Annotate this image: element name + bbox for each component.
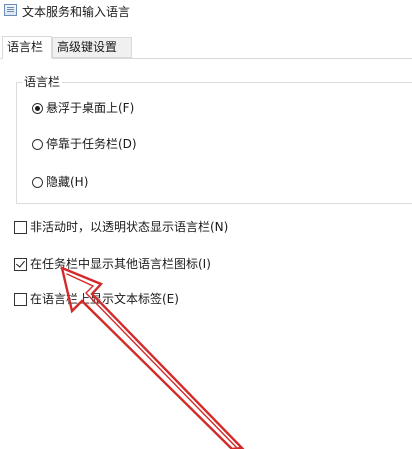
radio-button[interactable] [32, 176, 43, 188]
checkbox-show-additional-icons[interactable]: 在任务栏中显示其他语言栏图标(I) [14, 256, 211, 272]
checkbox-label-transparent-when-inactive: 非活动时，以透明状态显示语言栏(N) [30, 220, 229, 234]
tab-advanced-key-settings[interactable]: 高级键设置 [52, 37, 132, 58]
title-bar: 文本服务和输入语言 [0, 0, 412, 28]
radio-button-checked[interactable] [32, 102, 43, 114]
radio-label-float-on-desktop: 悬浮于桌面上(F) [46, 101, 135, 115]
radio-button[interactable] [32, 138, 43, 150]
radio-label-hidden: 隐藏(H) [46, 175, 89, 189]
dialog-window-icon [4, 4, 17, 16]
radio-float-on-desktop[interactable]: 悬浮于桌面上(F) [32, 100, 134, 116]
checkbox-transparent-when-inactive[interactable]: 非活动时，以透明状态显示语言栏(N) [14, 219, 228, 235]
radio-label-dock-in-taskbar: 停靠于任务栏(D) [46, 137, 137, 151]
window-title: 文本服务和输入语言 [22, 5, 131, 19]
tab-strip: 语言栏 高级键设置 [0, 36, 412, 59]
language-bar-group-label: 语言栏 [22, 74, 63, 90]
checkbox-checked[interactable] [14, 257, 27, 271]
checkbox-unchecked[interactable] [14, 292, 27, 306]
tab-language-bar[interactable]: 语言栏 [2, 36, 52, 59]
checkbox-unchecked[interactable] [14, 220, 27, 234]
checkbox-label-show-additional-icons: 在任务栏中显示其他语言栏图标(I) [30, 257, 211, 271]
checkbox-show-text-labels[interactable]: 在语言栏上显示文本标签(E) [14, 291, 179, 307]
radio-hidden[interactable]: 隐藏(H) [32, 174, 88, 190]
radio-dock-in-taskbar[interactable]: 停靠于任务栏(D) [32, 136, 137, 152]
checkbox-label-show-text-labels: 在语言栏上显示文本标签(E) [30, 292, 179, 306]
